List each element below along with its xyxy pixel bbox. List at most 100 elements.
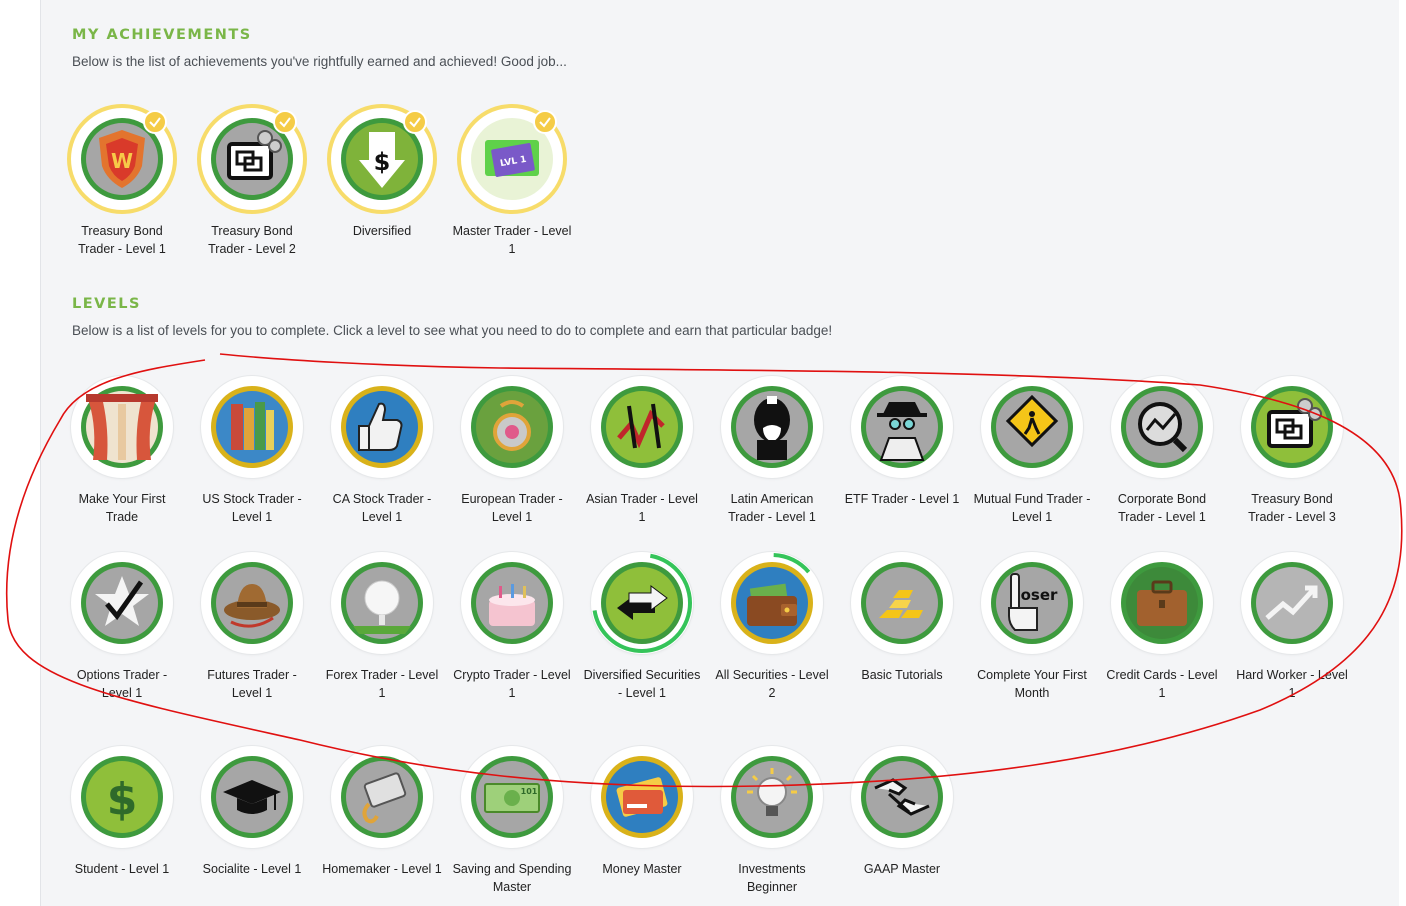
svg-text:oser: oser <box>1021 586 1058 604</box>
level-label: Treasury Bond Trader - Level 3 <box>1248 492 1336 524</box>
svg-text:W: W <box>111 149 133 173</box>
level-badge[interactable]: All Securities - Level 2 <box>712 552 832 702</box>
level-label: Make Your First Trade <box>78 492 166 524</box>
level-label: Mutual Fund Trader - Level 1 <box>973 492 1091 524</box>
levels-description: Below is a list of levels for you to com… <box>72 323 833 338</box>
level-label: European Trader - Level 1 <box>461 492 563 524</box>
grad-cap-icon <box>211 756 293 838</box>
level-badge[interactable]: ETF Trader - Level 1 <box>842 376 962 508</box>
level-badge[interactable]: Credit Cards - Level 1 <box>1102 552 1222 702</box>
level-label: Basic Tutorials <box>861 668 943 682</box>
svg-text:$: $ <box>107 774 138 825</box>
achievement-badge[interactable]: $ Diversified <box>322 108 442 240</box>
level-label: Hard Worker - Level 1 <box>1236 668 1348 700</box>
progress-ring <box>592 553 692 653</box>
achievements-description: Below is the list of achievements you've… <box>72 54 567 69</box>
hat-icon <box>211 562 293 644</box>
progress-ring <box>722 553 822 654</box>
dollar-plant-icon: $ <box>81 756 163 838</box>
level-label: Complete Your First Month <box>977 668 1087 700</box>
level-label: Student - Level 1 <box>74 862 170 876</box>
level-label: Saving and Spending Master <box>452 862 572 894</box>
loser-hand-icon: oser <box>991 562 1073 644</box>
achievement-label: Master Trader - Level 1 <box>452 224 572 256</box>
level-badge[interactable]: oser Complete Your First Month <box>972 552 1092 702</box>
svg-text:101: 101 <box>521 787 538 796</box>
level-label: Options Trader - Level 1 <box>76 668 168 700</box>
level-badge[interactable]: Hard Worker - Level 1 <box>1232 552 1352 702</box>
achievement-label: Diversified <box>352 224 412 238</box>
magnifier-chart-icon <box>1121 386 1203 468</box>
level-badge[interactable]: Diversified Securities - Level 1 <box>582 552 702 702</box>
level-badge[interactable]: Investments Beginner <box>712 746 832 896</box>
level-label: Credit Cards - Level 1 <box>1106 668 1218 700</box>
level-label: CA Stock Trader - Level 1 <box>332 492 432 524</box>
svg-text:$: $ <box>374 148 391 176</box>
trend-up-icon <box>1251 562 1333 644</box>
earned-check-icon <box>533 110 557 134</box>
level-label: Forex Trader - Level 1 <box>325 668 439 700</box>
tools-icon <box>601 386 683 468</box>
level-label: Crypto Trader - Level 1 <box>453 668 571 700</box>
spy-icon <box>861 386 943 468</box>
handshake-icon <box>861 756 943 838</box>
level-label: Socialite - Level 1 <box>202 862 302 876</box>
medal-icon <box>471 386 553 468</box>
level-label: Money Master <box>602 862 682 876</box>
level-label: US Stock Trader - Level 1 <box>202 492 302 524</box>
level-label: Futures Trader - Level 1 <box>207 668 297 700</box>
level-label: Latin American Trader - Level 1 <box>728 492 816 524</box>
level-badge[interactable]: GAAP Master <box>842 746 962 878</box>
earned-check-icon <box>403 110 427 134</box>
card-hook-icon <box>341 756 423 838</box>
achievements-title: MY ACHIEVEMENTS <box>72 27 252 43</box>
level-label: ETF Trader - Level 1 <box>844 492 960 506</box>
star-check-icon <box>81 562 163 644</box>
achievement-label: Treasury Bond Trader - Level 1 <box>78 224 166 256</box>
golf-ball-icon <box>341 562 423 644</box>
achievement-label: Treasury Bond Trader - Level 2 <box>208 224 296 256</box>
level-label: Investments Beginner <box>738 862 806 894</box>
level-badge[interactable]: Basic Tutorials <box>842 552 962 684</box>
level-label: Corporate Bond Trader - Level 1 <box>1117 492 1207 524</box>
mascot-icon <box>731 386 813 468</box>
level-badge[interactable]: Futures Trader - Level 1 <box>192 552 312 702</box>
banknote-icon: 101 <box>471 756 553 838</box>
level-badge[interactable]: $ Student - Level 1 <box>62 746 182 878</box>
books-icon <box>211 386 293 468</box>
level-badge[interactable]: Make Your First Trade <box>62 376 182 526</box>
level-label: Homemaker - Level 1 <box>322 862 442 876</box>
lightbulb-icon <box>731 756 813 838</box>
level-badge[interactable]: Corporate Bond Trader - Level 1 <box>1102 376 1222 526</box>
level-badge[interactable]: 101 Saving and Spending Master <box>452 746 572 896</box>
level-badge[interactable]: European Trader - Level 1 <box>452 376 572 526</box>
level-badge[interactable]: Money Master <box>582 746 702 878</box>
level-badge[interactable]: Options Trader - Level 1 <box>62 552 182 702</box>
level-badge[interactable]: Homemaker - Level 1 <box>322 746 442 878</box>
level-badge[interactable]: Asian Trader - Level 1 <box>582 376 702 526</box>
level-badge[interactable]: Crypto Trader - Level 1 <box>452 552 572 702</box>
earned-check-icon <box>143 110 167 134</box>
level-badge[interactable]: Forex Trader - Level 1 <box>322 552 442 702</box>
level-label: GAAP Master <box>863 862 941 876</box>
level-badge[interactable]: Socialite - Level 1 <box>192 746 312 878</box>
level-badge[interactable]: Latin American Trader - Level 1 <box>712 376 832 526</box>
gold-bars-icon <box>861 562 943 644</box>
level-badge[interactable]: Treasury Bond Trader - Level 3 <box>1232 376 1352 526</box>
level-badge[interactable]: CA Stock Trader - Level 1 <box>322 376 442 526</box>
level-label: Diversified Securities - Level 1 <box>583 668 701 700</box>
thumbs-up-icon <box>341 386 423 468</box>
screen-icon <box>1251 386 1333 468</box>
achievement-badge[interactable]: W Treasury Bond Trader - Level 1 <box>62 108 182 258</box>
levels-title: LEVELS <box>72 296 141 312</box>
warning-sign-icon <box>991 386 1073 468</box>
credit-card-icon <box>601 756 683 838</box>
level-label: All Securities - Level 2 <box>715 668 829 700</box>
level-badge[interactable]: Mutual Fund Trader - Level 1 <box>972 376 1092 526</box>
achievement-badge[interactable]: LVL 1 Master Trader - Level 1 <box>452 108 572 258</box>
achievement-badge[interactable]: Treasury Bond Trader - Level 2 <box>192 108 312 258</box>
level-label: Asian Trader - Level 1 <box>586 492 698 524</box>
level-badge[interactable]: US Stock Trader - Level 1 <box>192 376 312 526</box>
curtain-icon <box>81 386 163 468</box>
cake-icon <box>471 562 553 644</box>
